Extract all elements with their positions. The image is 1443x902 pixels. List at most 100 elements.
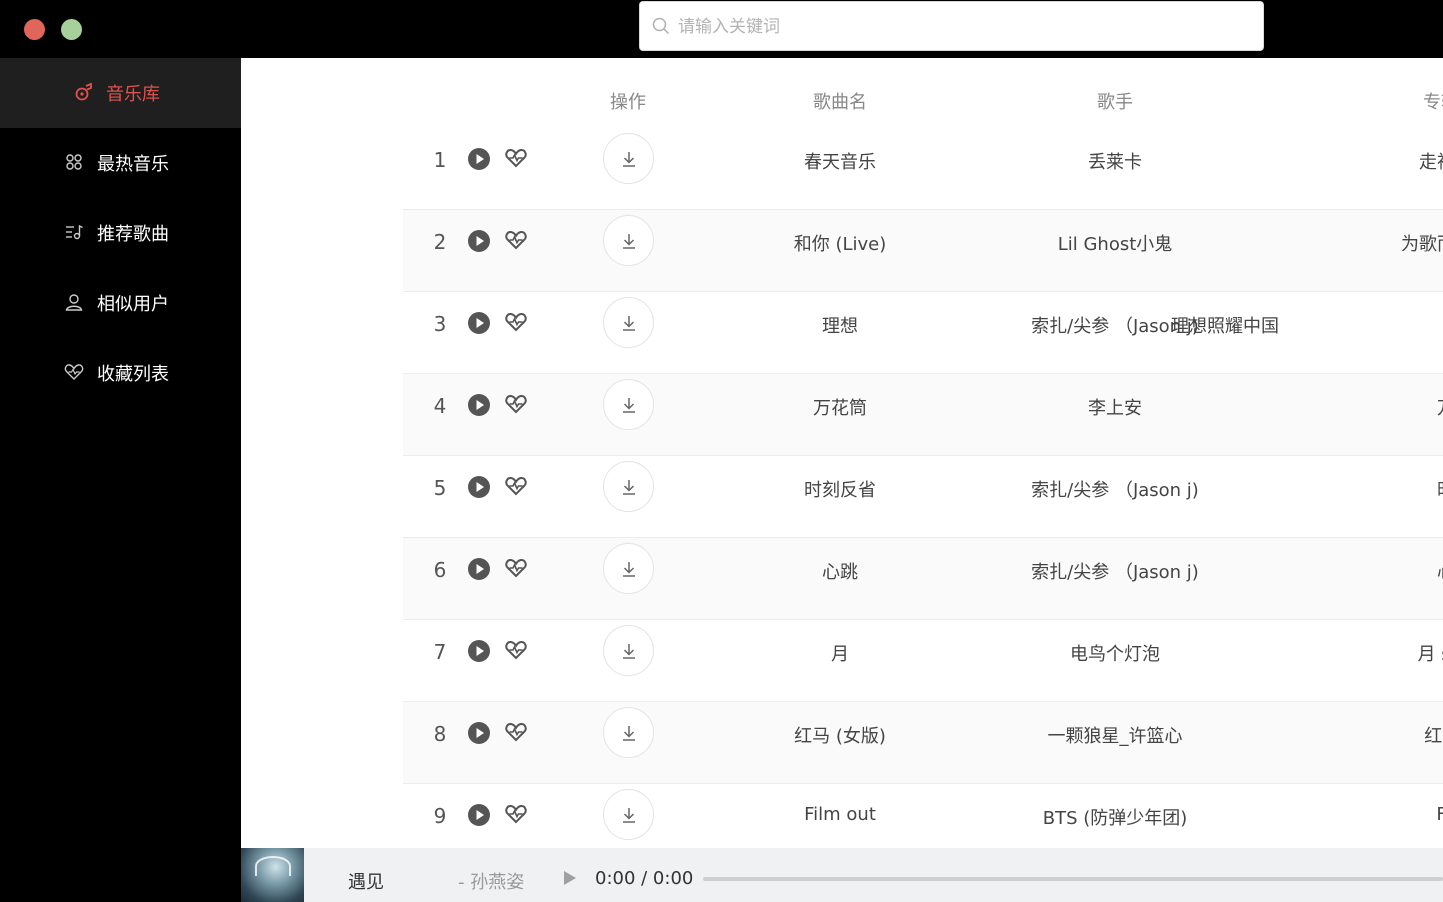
row-index: 8 bbox=[433, 722, 447, 746]
download-button[interactable] bbox=[603, 461, 654, 512]
download-button[interactable] bbox=[603, 133, 654, 184]
sidebar-item-hot-music[interactable]: 最热音乐 bbox=[0, 128, 241, 198]
sidebar-item-label: 推荐歌曲 bbox=[97, 224, 169, 245]
song-album: 时刻 bbox=[1437, 476, 1443, 502]
play-circle-icon[interactable] bbox=[467, 475, 491, 499]
download-icon bbox=[623, 316, 635, 331]
heart-pulse-icon[interactable] bbox=[504, 638, 528, 662]
heart-pulse-icon[interactable] bbox=[504, 720, 528, 744]
title-bar bbox=[0, 0, 1443, 58]
app-window: 音乐库 最热音乐 推荐歌曲 bbox=[0, 0, 1443, 902]
header-album: 专辑 bbox=[1423, 92, 1443, 113]
sidebar-item-recommend[interactable]: 推荐歌曲 bbox=[0, 198, 241, 268]
song-artist: 丢莱卡 bbox=[1088, 152, 1142, 173]
row-index: 7 bbox=[433, 640, 447, 664]
download-button[interactable] bbox=[603, 379, 654, 430]
song-album: 月 sho bbox=[1417, 644, 1443, 665]
download-button[interactable] bbox=[603, 789, 654, 840]
table-row[interactable]: 2 和你 (Live) Lil Ghost小鬼 为歌而赞 bbox=[403, 210, 1443, 292]
play-circle-icon[interactable] bbox=[467, 721, 491, 745]
table-row[interactable]: 7 月 电鸟个灯泡 月 sho bbox=[403, 620, 1443, 702]
heart-pulse-icon[interactable] bbox=[504, 392, 528, 416]
hot-music-icon bbox=[66, 154, 82, 170]
recommend-icon bbox=[66, 224, 83, 240]
row-index: 5 bbox=[433, 476, 447, 500]
song-album: 万花 bbox=[1437, 394, 1443, 420]
player-bar: 遇见 - 孙燕姿 0:00 / 0:00 bbox=[241, 848, 1443, 902]
play-circle-icon[interactable] bbox=[467, 393, 491, 417]
song-artist: BTS (防弹少年团) bbox=[1042, 808, 1188, 829]
song-name: Film out bbox=[804, 804, 876, 825]
table-row[interactable]: 5 时刻反省 索扎/尖参 （Jason j) 时刻 bbox=[403, 456, 1443, 538]
play-icon[interactable] bbox=[563, 870, 577, 886]
song-album: Film bbox=[1436, 804, 1443, 825]
heart-pulse-icon[interactable] bbox=[504, 474, 528, 498]
heart-pulse-icon[interactable] bbox=[504, 556, 528, 580]
download-button[interactable] bbox=[603, 707, 654, 758]
song-name: 和你 (Live) bbox=[793, 234, 887, 255]
heart-icon bbox=[64, 364, 84, 380]
song-artist: 电鸟个灯泡 bbox=[1070, 644, 1160, 665]
song-artist: 李上安 bbox=[1088, 398, 1142, 419]
user-icon bbox=[65, 294, 83, 311]
music-library-icon bbox=[75, 82, 92, 101]
song-name: 红马 (女版) bbox=[794, 726, 886, 747]
row-index: 9 bbox=[433, 804, 447, 828]
song-name: 万花筒 bbox=[813, 398, 867, 419]
row-index: 2 bbox=[433, 230, 447, 254]
row-index: 6 bbox=[433, 558, 447, 582]
table-row[interactable]: 3 理想 索扎/尖参 （Jason j) 理想照耀中国 bbox=[403, 292, 1443, 374]
song-album: 心跳 bbox=[1437, 558, 1443, 584]
sidebar-item-music-library[interactable]: 音乐库 bbox=[0, 58, 241, 128]
playback-time: 0:00 / 0:00 bbox=[595, 868, 694, 889]
table-row[interactable]: 8 红马 (女版) 一颗狼星_许篮心 红马 ( bbox=[403, 702, 1443, 784]
row-index: 4 bbox=[433, 394, 447, 418]
progress-bar[interactable] bbox=[703, 877, 1443, 881]
download-icon bbox=[623, 808, 635, 823]
song-album: 为歌而赞 bbox=[1401, 234, 1443, 255]
sidebar-item-label: 音乐库 bbox=[106, 84, 160, 105]
heart-pulse-icon[interactable] bbox=[504, 310, 528, 334]
row-index: 3 bbox=[433, 312, 447, 336]
song-artist: 索扎/尖参 （Jason j) bbox=[1031, 562, 1199, 583]
song-album: 红马 ( bbox=[1424, 726, 1443, 747]
main-content: 操作 歌曲名 歌手 专辑 1 春天音乐 丢莱卡 走神的 2 和你 (Live) Lil Gh… bbox=[241, 58, 1443, 848]
sidebar: 音乐库 最热音乐 推荐歌曲 相似用户 收藏列表 bbox=[0, 58, 241, 902]
heart-pulse-icon[interactable] bbox=[504, 146, 528, 170]
header-action: 操作 bbox=[610, 92, 646, 113]
play-circle-icon[interactable] bbox=[467, 557, 491, 581]
search-box[interactable] bbox=[639, 1, 1264, 51]
song-artist: 一颗狼星_许篮心 bbox=[1047, 726, 1183, 747]
maximize-window-button[interactable] bbox=[61, 19, 82, 40]
row-index: 1 bbox=[433, 148, 447, 172]
play-circle-icon[interactable] bbox=[467, 147, 491, 171]
search-input[interactable] bbox=[678, 12, 1238, 42]
download-icon bbox=[623, 726, 635, 741]
table-row[interactable]: 6 心跳 索扎/尖参 （Jason j) 心跳 bbox=[403, 538, 1443, 620]
play-circle-icon[interactable] bbox=[467, 803, 491, 827]
table-row[interactable]: 9 Film out BTS (防弹少年团) Film bbox=[403, 784, 1443, 848]
close-window-button[interactable] bbox=[24, 19, 45, 40]
download-button[interactable] bbox=[603, 297, 654, 348]
play-circle-icon[interactable] bbox=[467, 229, 491, 253]
heart-pulse-icon[interactable] bbox=[504, 228, 528, 252]
download-button[interactable] bbox=[603, 215, 654, 266]
sidebar-item-favorites[interactable]: 收藏列表 bbox=[0, 338, 241, 408]
song-artist: 索扎/尖参 （Jason j) bbox=[1031, 480, 1199, 501]
table-row[interactable]: 4 万花筒 李上安 万花 bbox=[403, 374, 1443, 456]
song-name: 春天音乐 bbox=[804, 152, 876, 173]
play-circle-icon[interactable] bbox=[467, 311, 491, 335]
play-circle-icon[interactable] bbox=[467, 639, 491, 663]
download-icon bbox=[623, 562, 635, 577]
table-row[interactable]: 1 春天音乐 丢莱卡 走神的 bbox=[403, 128, 1443, 210]
download-button[interactable] bbox=[603, 543, 654, 594]
heart-pulse-icon[interactable] bbox=[504, 802, 528, 826]
download-icon bbox=[623, 398, 635, 413]
song-name: 月 bbox=[831, 644, 849, 665]
sidebar-item-similar-users[interactable]: 相似用户 bbox=[0, 268, 241, 338]
song-artist: Lil Ghost小鬼 bbox=[1057, 234, 1173, 255]
header-song-name: 歌曲名 bbox=[813, 92, 867, 113]
download-button[interactable] bbox=[603, 625, 654, 676]
sidebar-item-label: 相似用户 bbox=[97, 294, 169, 315]
song-name: 时刻反省 bbox=[804, 480, 876, 501]
